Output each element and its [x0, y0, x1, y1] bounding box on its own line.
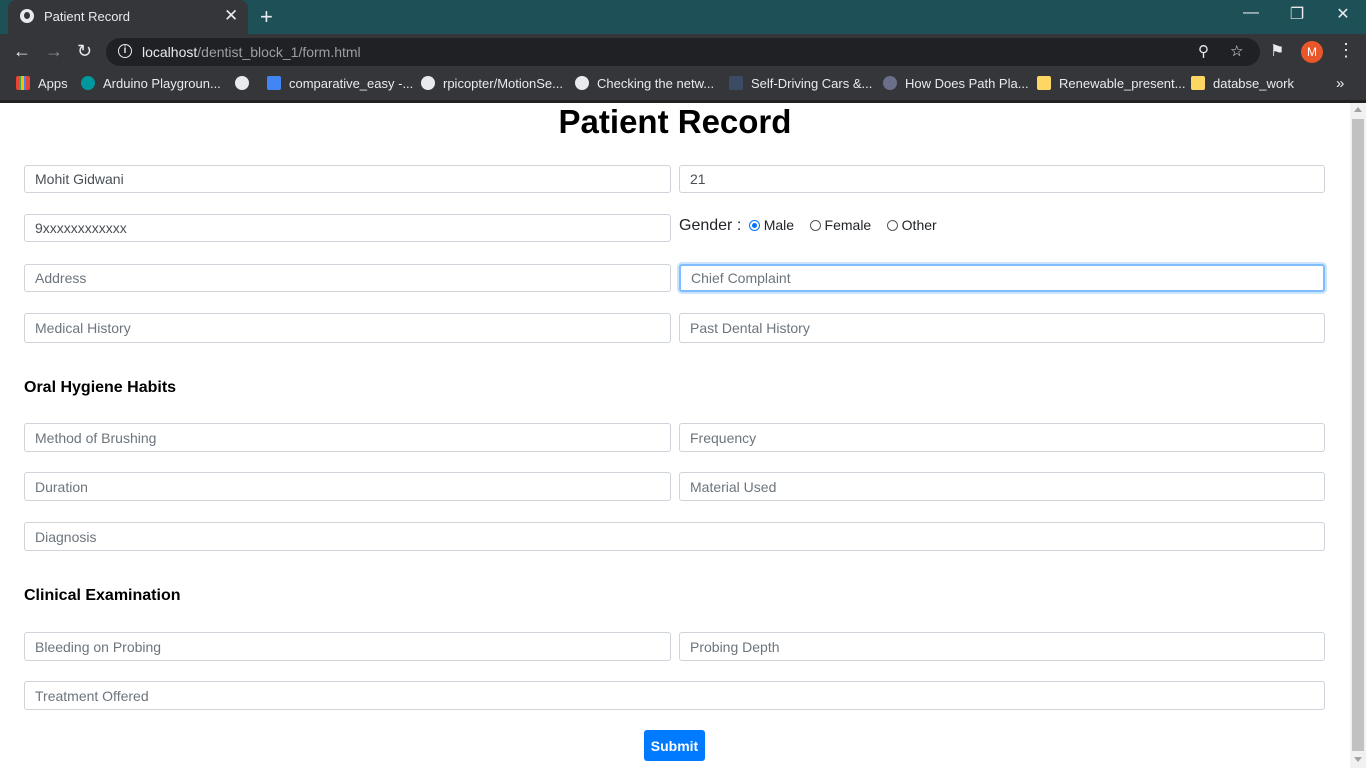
treatment-offered-input[interactable]: [24, 681, 1325, 710]
bookmarks-bar: Apps Arduino Playgroun... comparative_ea…: [0, 70, 1366, 103]
profile-avatar[interactable]: M: [1301, 41, 1323, 63]
clinical-examination-heading: Clinical Examination: [24, 587, 181, 604]
tab-strip: Patient Record ✕ + — ❐ ✕: [0, 0, 1366, 34]
bookmark-star-icon[interactable]: ☆: [1230, 42, 1243, 60]
hexagon-icon: [883, 76, 897, 90]
medical-history-input[interactable]: [24, 313, 671, 343]
gender-label: Gender :: [679, 217, 742, 234]
gender-other-radio[interactable]: [886, 220, 898, 231]
method-of-brushing-input[interactable]: [24, 423, 671, 452]
gender-female-radio[interactable]: [809, 220, 821, 231]
restore-icon[interactable]: ❐: [1282, 4, 1312, 24]
bleeding-on-probing-input[interactable]: [24, 632, 671, 661]
scroll-thumb[interactable]: [1352, 119, 1364, 751]
folder-icon: [1191, 76, 1205, 90]
reload-icon[interactable]: ↻: [77, 41, 92, 62]
extensions-icon[interactable]: ⚑: [1270, 41, 1284, 61]
frequency-input[interactable]: [679, 423, 1325, 452]
zoom-icon[interactable]: ⚲: [1198, 42, 1209, 60]
past-dental-history-input[interactable]: [679, 313, 1325, 343]
page-title: Patient Record: [558, 103, 792, 140]
submit-button[interactable]: Submit: [644, 730, 705, 761]
bookmark-globe[interactable]: [235, 76, 257, 94]
bookmark-arduino[interactable]: Arduino Playgroun...: [81, 76, 221, 94]
address-input[interactable]: [24, 264, 671, 292]
bookmark-renewable[interactable]: Renewable_present...: [1037, 76, 1185, 94]
github-icon: [421, 76, 435, 90]
bookmark-comparative-easy[interactable]: comparative_easy -...: [267, 76, 413, 94]
back-icon[interactable]: ←: [13, 41, 31, 62]
menu-icon[interactable]: ⋮: [1337, 40, 1355, 61]
arduino-icon: [81, 76, 95, 90]
browser-toolbar: ← → ↻ i localhost/dentist_block_1/form.h…: [0, 34, 1366, 70]
bookmark-rpicopter[interactable]: rpicopter/MotionSe...: [421, 76, 563, 94]
duration-input[interactable]: [24, 472, 671, 501]
oral-hygiene-heading: Oral Hygiene Habits: [24, 379, 177, 396]
info-icon[interactable]: i: [118, 44, 132, 58]
diagnosis-input[interactable]: [24, 522, 1325, 551]
minimize-icon[interactable]: —: [1236, 4, 1266, 22]
bookmark-self-driving[interactable]: Self-Driving Cars &...: [729, 76, 872, 94]
name-input[interactable]: [24, 165, 671, 193]
bookmark-databse-work[interactable]: databse_work: [1191, 76, 1294, 94]
globe-icon: [235, 76, 249, 90]
close-window-icon[interactable]: ✕: [1328, 4, 1358, 24]
tab-patient-record[interactable]: Patient Record ✕: [8, 0, 248, 34]
folder-icon: [1037, 76, 1051, 90]
page-scrollbar[interactable]: [1350, 103, 1366, 768]
probing-depth-input[interactable]: [679, 632, 1325, 661]
bookmark-path-planning[interactable]: How Does Path Pla...: [883, 76, 1029, 94]
age-input[interactable]: [679, 165, 1325, 193]
url-text[interactable]: localhost/dentist_block_1/form.html: [142, 44, 361, 60]
phone-input[interactable]: [24, 214, 671, 242]
material-used-input[interactable]: [679, 472, 1325, 501]
apps-grid-icon: [16, 76, 30, 90]
globe-icon: [575, 76, 589, 90]
tds-icon: [729, 76, 743, 90]
globe-icon: [20, 9, 34, 23]
gender-male-label[interactable]: Male: [764, 217, 794, 233]
bookmark-apps[interactable]: Apps: [16, 76, 68, 94]
google-docs-icon: [267, 76, 281, 90]
bookmark-checking-network[interactable]: Checking the netw...: [575, 76, 714, 94]
bookmarks-more-icon[interactable]: »: [1336, 75, 1344, 92]
forward-icon[interactable]: →: [45, 41, 63, 62]
tab-title: Patient Record: [44, 9, 130, 24]
gender-male-radio[interactable]: [748, 220, 760, 231]
scroll-down-icon[interactable]: [1354, 757, 1362, 762]
scroll-up-icon[interactable]: [1354, 107, 1362, 112]
close-tab-icon[interactable]: ✕: [224, 6, 238, 26]
gender-group: Gender : Male Female Other: [679, 217, 945, 235]
gender-other-label[interactable]: Other: [902, 217, 937, 233]
gender-female-label[interactable]: Female: [825, 217, 872, 233]
new-tab-button[interactable]: +: [260, 4, 273, 30]
address-bar[interactable]: i localhost/dentist_block_1/form.html ⚲ …: [106, 38, 1260, 66]
page-content: Patient Record Gender : Male Female Othe…: [0, 103, 1350, 768]
chief-complaint-input[interactable]: [679, 264, 1325, 292]
